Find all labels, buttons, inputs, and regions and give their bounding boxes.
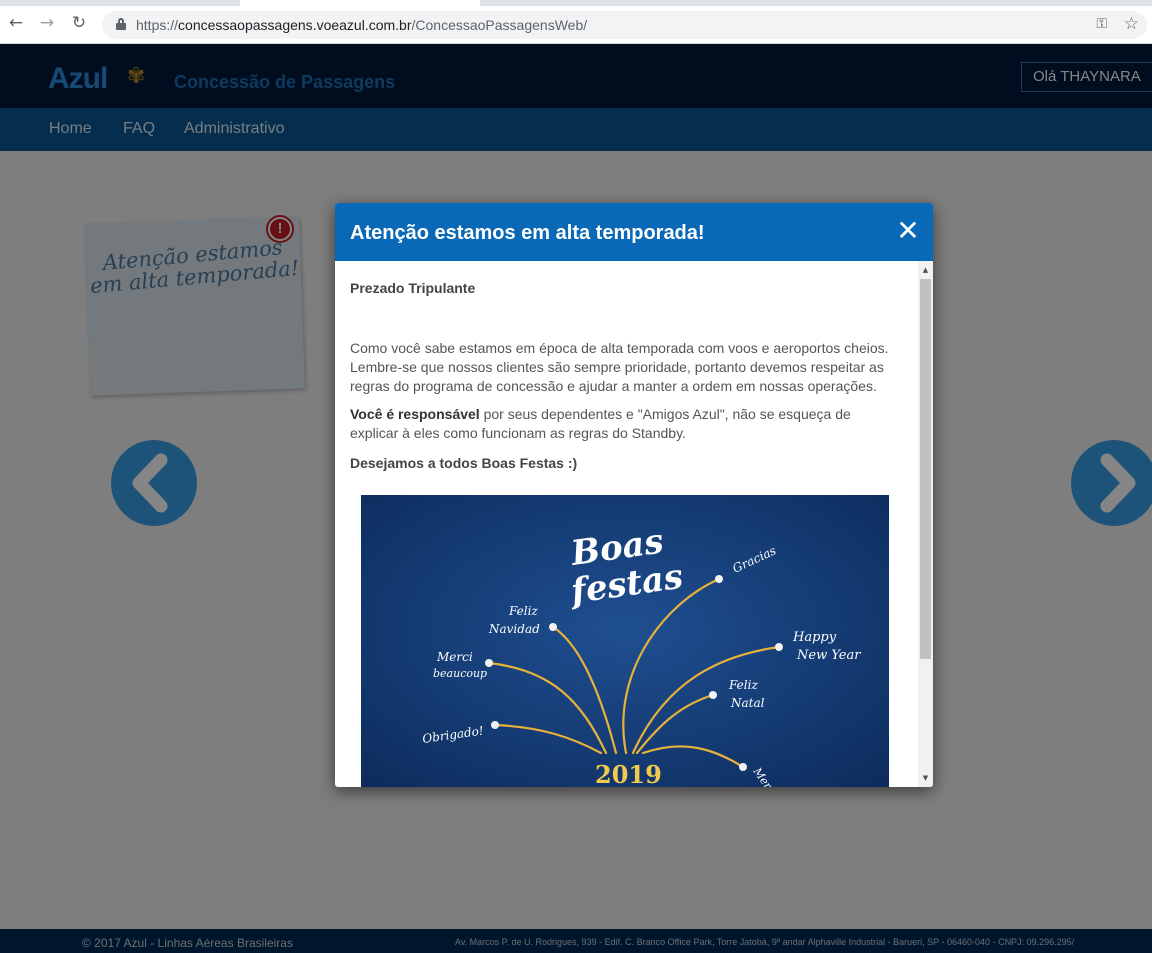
scroll-down-icon[interactable]: ▼ <box>918 773 933 783</box>
lock-icon[interactable] <box>116 18 126 30</box>
url-host: concessaopassagens.voeazul.com.br <box>178 17 412 33</box>
responsibility-text: Você é responsável <box>350 406 480 422</box>
browser-toolbar: ← → ↻ https://concessaopassagens.voeazul… <box>0 0 1152 44</box>
reload-icon[interactable]: ↻ <box>69 13 89 33</box>
navidad-text: Navidad <box>488 622 540 636</box>
modal-scrollbar[interactable]: ▲ ▼ <box>918 261 933 787</box>
merci-text: Merci <box>436 650 473 664</box>
address-bar[interactable]: https://concessaopassagens.voeazul.com.b… <box>102 11 1147 39</box>
key-icon[interactable]: ⚿ <box>1096 16 1107 32</box>
feliz-text-2: Feliz <box>728 678 758 692</box>
alert-modal: Atenção estamos em alta temporada! ✕ Pre… <box>335 203 933 787</box>
scroll-up-icon[interactable]: ▲ <box>918 265 933 275</box>
new-year-text: New Year <box>796 648 861 663</box>
modal-body: Prezado Tripulante Como você sabe estamo… <box>335 261 918 787</box>
url-text[interactable]: https://concessaopassagens.voeazul.com.b… <box>136 17 587 33</box>
year-text: 2019 <box>595 760 662 787</box>
modal-title: Atenção estamos em alta temporada! <box>350 222 705 244</box>
modal-paragraph-2: Você é responsável por seus dependentes … <box>350 405 902 443</box>
back-icon[interactable]: ← <box>6 13 26 33</box>
modal-header: Atenção estamos em alta temporada! ✕ <box>335 203 933 261</box>
boas-festas-image: Boas festas Gracias Feliz Navidad Happy … <box>361 495 889 787</box>
close-icon[interactable]: ✕ <box>895 217 921 245</box>
beaucoup-text: beaucoup <box>433 667 487 680</box>
natal-text: Natal <box>730 696 765 710</box>
active-tab[interactable] <box>240 0 480 6</box>
scroll-thumb[interactable] <box>920 279 931 659</box>
url-path: /ConcessaoPassagensWeb/ <box>411 17 588 33</box>
modal-greeting: Prezado Tripulante <box>350 280 476 296</box>
happy-text: Happy <box>792 630 837 645</box>
tab-strip <box>0 0 1152 6</box>
forward-icon[interactable]: → <box>37 13 57 33</box>
modal-paragraph-1: Como você sabe estamos em época de alta … <box>350 340 889 394</box>
url-scheme: https:// <box>136 17 179 33</box>
bookmark-star-icon[interactable]: ☆ <box>1124 14 1139 34</box>
feliz-text-1: Feliz <box>508 604 538 618</box>
modal-wishes: Desejamos a todos Boas Festas :) <box>350 455 578 471</box>
